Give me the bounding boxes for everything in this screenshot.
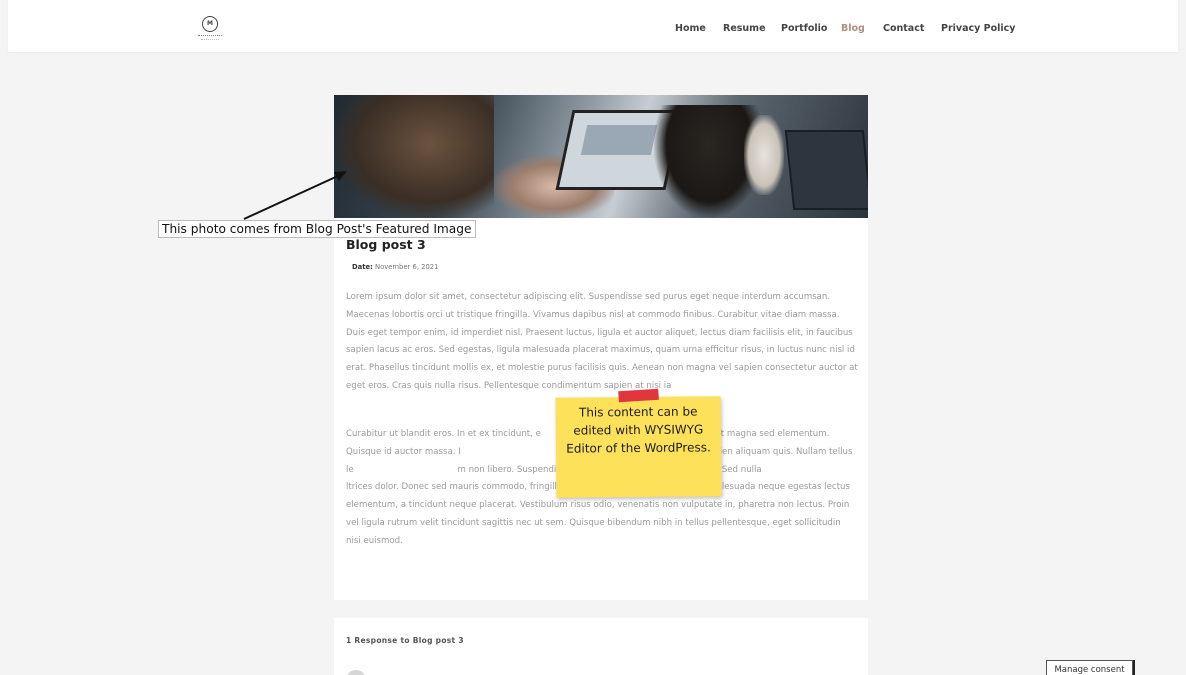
nav-item-contact[interactable]: Contact	[883, 23, 924, 34]
featured-image-annotation: This photo comes from Blog Post's Featur…	[158, 220, 476, 238]
post-paragraph-1: Lorem ipsum dolor sit amet, consectetur …	[346, 292, 858, 391]
tape-icon	[618, 388, 659, 403]
nav-item-resume[interactable]: Resume	[723, 23, 766, 34]
sticky-note: This content can be edited with WYSIWYG …	[555, 388, 722, 498]
post-date: Date: November 6, 2021	[352, 263, 438, 271]
logo-subtagline	[201, 39, 219, 40]
manage-consent-button[interactable]: Manage consent	[1046, 660, 1133, 675]
main-nav: Home Resume Portfolio Blog Contact Priva…	[8, 23, 1178, 37]
post-date-value: November 6, 2021	[374, 263, 439, 271]
comments-title: 1 Response to Blog post 3	[346, 636, 464, 645]
blog-post-card: Blog post 3 Date: November 6, 2021 Lorem…	[334, 95, 868, 600]
post-title: Blog post 3	[346, 237, 426, 252]
nav-item-privacy-policy[interactable]: Privacy Policy	[941, 23, 1015, 34]
avatar	[346, 670, 366, 675]
post-date-label: Date:	[352, 263, 373, 271]
featured-image	[334, 95, 868, 218]
sticky-note-text: This content can be edited with WYSIWYG …	[566, 404, 711, 456]
nav-item-home[interactable]: Home	[675, 23, 706, 34]
comments-section: 1 Response to Blog post 3	[334, 618, 868, 675]
nav-item-blog[interactable]: Blog	[841, 23, 865, 34]
nav-item-portfolio[interactable]: Portfolio	[781, 23, 827, 34]
site-header: M Home Resume Portfolio Blog Contact Pri…	[8, 0, 1178, 52]
